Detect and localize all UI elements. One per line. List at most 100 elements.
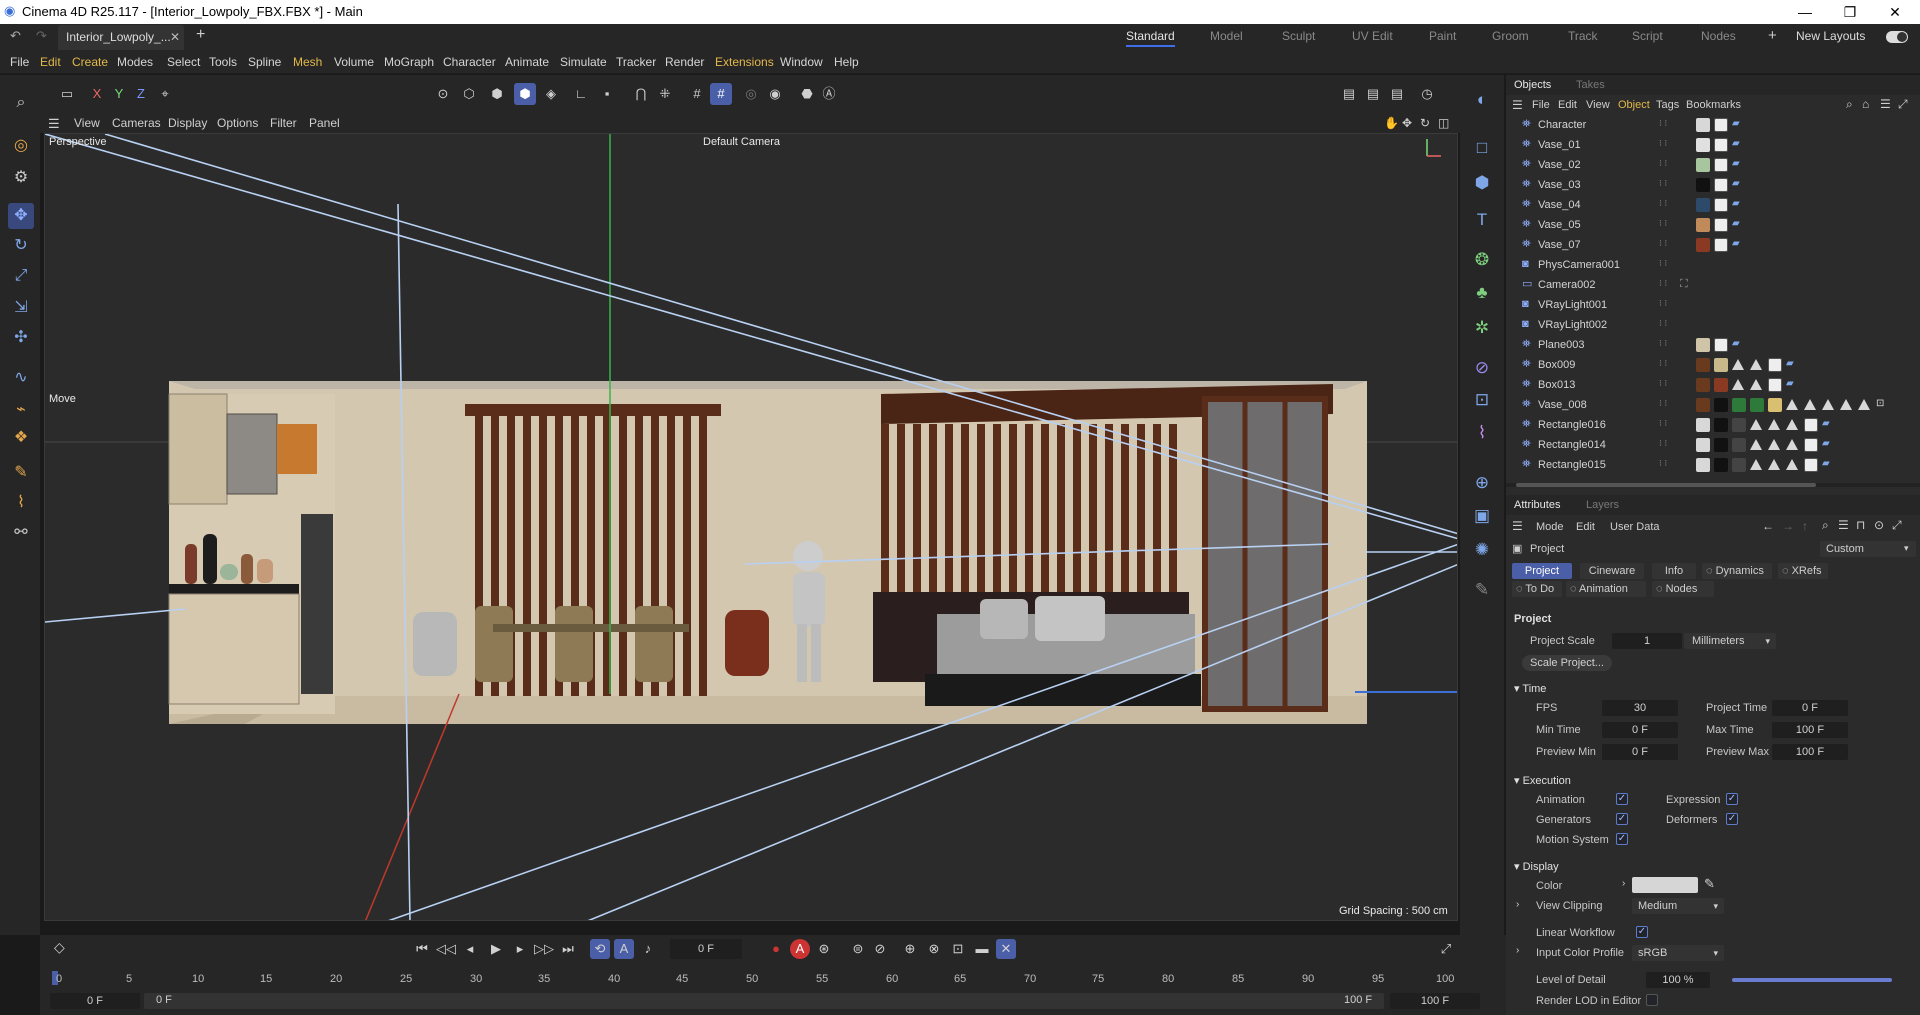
visibility-icon[interactable]: ⁝ ⁝ bbox=[1659, 398, 1679, 412]
menu-create[interactable]: Create bbox=[72, 55, 108, 69]
points-mode-icon[interactable]: ⊙ bbox=[432, 83, 454, 105]
lod-slider[interactable] bbox=[1732, 978, 1892, 982]
render-settings-edit-icon[interactable]: ▤ bbox=[1386, 83, 1408, 105]
up-arrow-icon[interactable]: ↑ bbox=[1802, 519, 1808, 533]
max-time-field[interactable]: 100 F bbox=[1772, 722, 1848, 738]
workplane-icon[interactable]: ▪ bbox=[596, 83, 618, 105]
key-motion-icon[interactable]: ▬ bbox=[972, 939, 992, 959]
environment-icon[interactable]: ⊕ bbox=[1469, 470, 1495, 496]
list-item[interactable]: ⛯ Rectangle015 ⁝ ⁝ ▰ bbox=[1506, 455, 1920, 475]
list-item[interactable]: ⛯ Vase_05 ⁝ ⁝ ▰ bbox=[1506, 215, 1920, 235]
subtab-project[interactable]: Project bbox=[1512, 563, 1572, 579]
vp-menu-view[interactable]: View bbox=[74, 116, 100, 130]
sound-icon[interactable]: ♪ bbox=[638, 939, 658, 959]
visibility-icon[interactable]: ⁝ ⁝ bbox=[1659, 238, 1679, 252]
spline-object-icon[interactable]: ⌇ bbox=[1469, 420, 1495, 446]
axis-mode-icon[interactable]: ∟ bbox=[570, 83, 592, 105]
model-mode-icon[interactable]: ⬢ bbox=[514, 83, 536, 105]
subtab-animation[interactable]: ◌ Animation bbox=[1566, 581, 1646, 597]
snap-magnet-icon[interactable]: ⋂ bbox=[630, 83, 652, 105]
attr-menu-mode[interactable]: Mode bbox=[1536, 521, 1564, 533]
eyedropper-icon[interactable]: ✎ bbox=[1704, 876, 1715, 892]
render-lod-checkbox[interactable] bbox=[1646, 994, 1658, 1006]
list-item[interactable]: ▭ Camera002 ⁝ ⁝ ⛶ bbox=[1506, 275, 1920, 295]
layout-model[interactable]: Model bbox=[1210, 29, 1243, 43]
menu-simulate[interactable]: Simulate bbox=[560, 55, 607, 69]
attr-menu-edit[interactable]: Edit bbox=[1576, 521, 1595, 533]
subtab-to-do[interactable]: ◌ To Do bbox=[1512, 581, 1562, 597]
visibility-icon[interactable]: ⁝ ⁝ bbox=[1659, 178, 1679, 192]
next-frame-icon[interactable]: ▸ bbox=[510, 939, 530, 959]
visibility-icon[interactable]: ⁝ ⁝ bbox=[1659, 218, 1679, 232]
range-slider[interactable]: 0 F 100 F bbox=[144, 993, 1384, 1009]
time-section-toggle[interactable]: ▾ Time bbox=[1514, 682, 1546, 695]
vp-menu-options[interactable]: Options bbox=[217, 116, 258, 130]
obj-menu-view[interactable]: View bbox=[1586, 99, 1610, 111]
obj-menu-bookmarks[interactable]: Bookmarks bbox=[1686, 99, 1741, 111]
layout-nodes[interactable]: Nodes bbox=[1701, 29, 1736, 43]
objects-expand-icon[interactable]: ⤢ bbox=[1898, 97, 1908, 112]
layout-track[interactable]: Track bbox=[1568, 29, 1598, 43]
menu-tracker[interactable]: Tracker bbox=[616, 55, 656, 69]
objects-search-icon[interactable]: ⌕ bbox=[1846, 97, 1853, 112]
lod-field[interactable]: 100 % bbox=[1646, 972, 1710, 988]
obj-menu-file[interactable]: File bbox=[1532, 99, 1550, 111]
text-tool-icon[interactable]: Ⓐ bbox=[818, 83, 840, 105]
undo-icon[interactable]: ↶ bbox=[10, 28, 21, 44]
vp-menu-filter[interactable]: Filter bbox=[270, 116, 297, 130]
forward-arrow-icon[interactable]: → bbox=[1782, 519, 1794, 533]
render-view-icon[interactable]: ▤ bbox=[1338, 83, 1360, 105]
list-item[interactable]: ⛯ Rectangle016 ⁝ ⁝ ▰ bbox=[1506, 415, 1920, 435]
previous-frame-icon[interactable]: ◂ bbox=[460, 939, 480, 959]
menu-select[interactable]: Select bbox=[167, 55, 200, 69]
list-item[interactable]: ⛯ Box013 ⁝ ⁝ ▰ bbox=[1506, 375, 1920, 395]
key-rotation-icon[interactable]: ⊘ bbox=[870, 939, 890, 959]
knife-icon[interactable]: ⌁ bbox=[8, 397, 34, 423]
tab-attributes[interactable]: Attributes bbox=[1514, 499, 1560, 511]
visibility-icon[interactable]: ⁝ ⁝ bbox=[1659, 458, 1679, 472]
layout-sculpt[interactable]: Sculpt bbox=[1282, 29, 1315, 43]
execution-section-toggle[interactable]: ▾ Execution bbox=[1514, 774, 1571, 787]
effector-icon[interactable]: ✲ bbox=[1469, 315, 1495, 341]
preview-max-field[interactable]: 100 F bbox=[1772, 744, 1848, 760]
key-param-icon[interactable]: ⊗ bbox=[924, 939, 944, 959]
menu-spline[interactable]: Spline bbox=[248, 55, 281, 69]
toggle-view-icon[interactable]: ◫ bbox=[1438, 116, 1449, 130]
axis-x-icon[interactable]: X bbox=[86, 83, 108, 105]
subtab-info[interactable]: Info bbox=[1652, 563, 1696, 579]
key-pla-icon[interactable]: ⊡ bbox=[948, 939, 968, 959]
play-icon[interactable]: ▶ bbox=[486, 939, 506, 959]
objects-scrollbar[interactable] bbox=[1506, 483, 1920, 487]
cube-object-icon[interactable]: ⬢ bbox=[1469, 170, 1495, 196]
rotate-view-icon[interactable]: ↻ bbox=[1420, 116, 1430, 130]
visibility-icon[interactable]: ⁝ ⁝ bbox=[1659, 358, 1679, 372]
list-item[interactable]: ◙ PhysCamera001 ⁝ ⁝ bbox=[1506, 255, 1920, 275]
axis-z-icon[interactable]: Z bbox=[130, 83, 152, 105]
back-arrow-icon[interactable]: ← bbox=[1762, 519, 1774, 533]
soft-selection-icon[interactable]: ⁜ bbox=[654, 83, 676, 105]
visibility-icon[interactable]: ⁝ ⁝ bbox=[1659, 378, 1679, 392]
camera-object-icon[interactable]: ◐ bbox=[1469, 87, 1495, 113]
camera-icon[interactable]: ▣ bbox=[1469, 503, 1495, 529]
color-expand-icon[interactable]: › bbox=[1622, 878, 1625, 889]
list-item[interactable]: ⛯ Box009 ⁝ ⁝ ▰ bbox=[1506, 355, 1920, 375]
project-time-field[interactable]: 0 F bbox=[1772, 700, 1848, 716]
menu-file[interactable]: File bbox=[10, 55, 29, 69]
maximize-button[interactable]: ❐ bbox=[1830, 1, 1870, 23]
current-frame-field[interactable]: 0 F bbox=[670, 939, 742, 959]
axis-y-icon[interactable]: Y bbox=[108, 83, 130, 105]
objects-hamburger-icon[interactable]: ☰ bbox=[1512, 98, 1523, 112]
visibility-icon[interactable]: ⁝ ⁝ bbox=[1659, 258, 1679, 272]
rotate-tool-icon[interactable]: ↻ bbox=[8, 233, 34, 259]
obj-menu-edit[interactable]: Edit bbox=[1558, 99, 1577, 111]
close-window-button[interactable]: ✕ bbox=[1875, 1, 1915, 23]
preset-dropdown[interactable]: Custom ▾ bbox=[1820, 541, 1916, 557]
subtab-cineware[interactable]: Cineware bbox=[1580, 563, 1644, 579]
coordinate-system-icon[interactable]: ⌖ bbox=[154, 83, 176, 105]
view-clipping-expand-icon[interactable]: › bbox=[1516, 899, 1519, 910]
generators-checkbox[interactable]: ✓ bbox=[1616, 813, 1628, 825]
go-to-start-icon[interactable]: ⏮ bbox=[412, 939, 432, 959]
layout-paint[interactable]: Paint bbox=[1429, 29, 1456, 43]
menu-animate[interactable]: Animate bbox=[505, 55, 549, 69]
sculpt-icon[interactable]: ⌇ bbox=[8, 490, 34, 516]
